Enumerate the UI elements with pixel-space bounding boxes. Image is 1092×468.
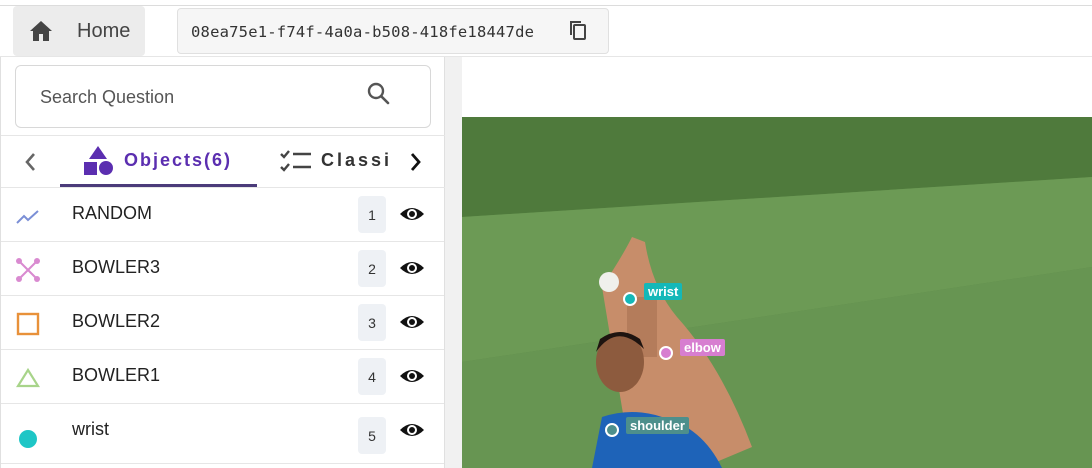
object-name: BOWLER1 — [72, 365, 161, 385]
objects-list: RANDOM 1 BOWLER3 2 BOWLER2 3 BOWLER1 4 w… — [1, 188, 444, 464]
keypoint-label-shoulder[interactable]: shoulder — [626, 417, 689, 434]
eye-icon[interactable] — [399, 311, 425, 333]
checklist-icon — [280, 150, 311, 172]
list-item[interactable]: BOWLER2 3 — [1, 296, 444, 350]
search-icon[interactable] — [366, 81, 392, 107]
task-id-field: 08ea75e1-f74f-4a0a-b508-418fe18447de — [177, 8, 609, 54]
chevron-right-icon[interactable] — [403, 148, 427, 176]
triangle-icon — [16, 367, 40, 388]
keypoint-label-wrist[interactable]: wrist — [644, 283, 683, 300]
copy-icon[interactable] — [568, 20, 588, 42]
object-name: wrist — [72, 419, 109, 439]
square-icon — [16, 312, 40, 336]
shapes-icon — [84, 146, 113, 175]
list-item[interactable]: BOWLER1 4 — [1, 350, 444, 404]
annotation-canvas[interactable]: wrist elbow shoulder — [462, 57, 1092, 468]
tab-objects[interactable]: Objects(6) — [60, 136, 257, 187]
object-index: 5 — [358, 417, 386, 454]
object-index: 1 — [358, 196, 386, 233]
point-icon — [19, 430, 37, 448]
panel-scrollbar[interactable] — [445, 57, 462, 468]
tab-classifications[interactable]: Classi — [277, 136, 395, 187]
task-id-text: 08ea75e1-f74f-4a0a-b508-418fe18447de — [191, 23, 535, 41]
object-name: BOWLER3 — [72, 257, 161, 277]
chevron-left-icon[interactable] — [19, 148, 43, 176]
search-box — [15, 65, 431, 128]
list-item[interactable]: wrist 5 — [1, 404, 444, 464]
home-icon — [30, 21, 52, 41]
top-divider — [0, 5, 1092, 6]
eye-icon[interactable] — [399, 365, 425, 387]
skeleton-icon — [16, 258, 40, 282]
object-index: 2 — [358, 250, 386, 287]
search-input[interactable] — [38, 84, 358, 110]
cricket-photo — [462, 117, 1092, 468]
home-label: Home — [77, 20, 131, 42]
tab-classifications-label: Classi — [321, 150, 393, 170]
eye-icon[interactable] — [399, 203, 425, 225]
polyline-icon — [16, 210, 39, 224]
object-index: 4 — [358, 358, 386, 395]
eye-icon[interactable] — [399, 419, 425, 441]
tab-objects-label: Objects(6) — [124, 150, 233, 170]
keypoint-label-elbow[interactable]: elbow — [680, 339, 725, 356]
object-index: 3 — [358, 304, 386, 341]
list-item[interactable]: BOWLER3 2 — [1, 242, 444, 296]
object-name: BOWLER2 — [72, 311, 161, 331]
home-button[interactable]: Home — [13, 6, 145, 56]
tab-bar: Objects(6) Classi — [1, 135, 446, 188]
list-item[interactable]: RANDOM 1 — [1, 188, 444, 242]
eye-icon[interactable] — [399, 257, 425, 279]
objects-panel: Objects(6) Classi RANDOM 1 — [0, 57, 446, 468]
object-name: RANDOM — [72, 203, 152, 223]
